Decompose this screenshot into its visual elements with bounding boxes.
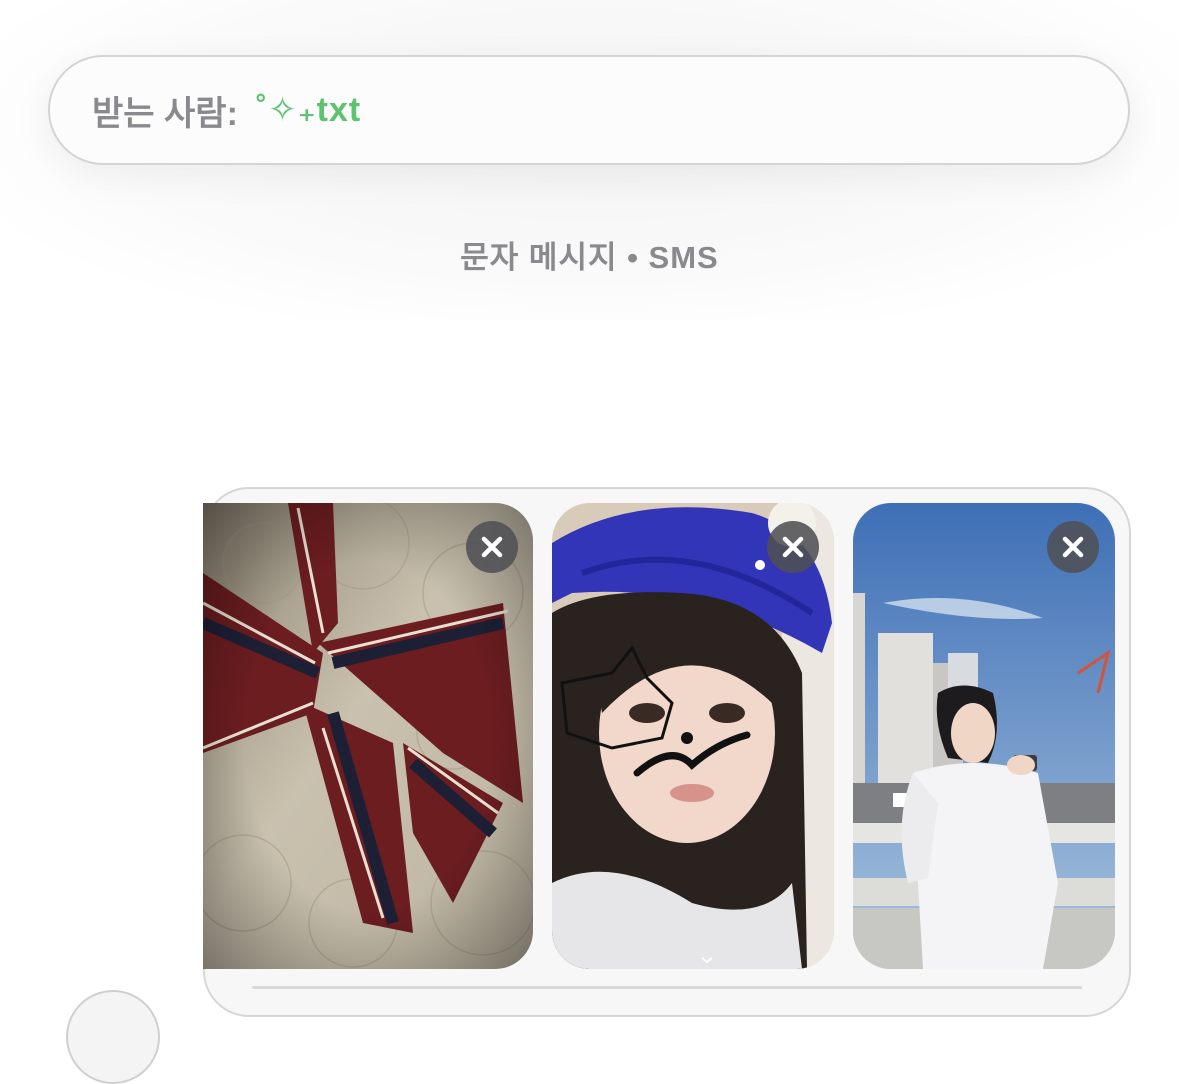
city-camera-photo bbox=[853, 503, 1115, 969]
close-icon bbox=[1062, 536, 1084, 558]
attachment-thumbnail-2[interactable] bbox=[552, 503, 834, 969]
remove-attachment-button-1[interactable] bbox=[466, 521, 518, 573]
conversation-service-label: 문자 메시지 • SMS bbox=[460, 240, 719, 275]
attachment-thumbnail-1[interactable] bbox=[203, 503, 533, 969]
recipient-label: 받는 사람: bbox=[92, 94, 238, 133]
close-icon bbox=[782, 536, 804, 558]
bow-ribbon-photo bbox=[203, 503, 533, 969]
attachment-thumbnail-3[interactable] bbox=[853, 503, 1115, 969]
compose-divider bbox=[252, 986, 1082, 989]
recipient-value[interactable]: ˚✧₊txt bbox=[256, 90, 361, 130]
recipient-field[interactable]: 받는 사람: ˚✧₊txt bbox=[48, 55, 1130, 165]
add-attachment-button[interactable] bbox=[66, 990, 160, 1084]
close-icon bbox=[481, 536, 503, 558]
remove-attachment-button-3[interactable] bbox=[1047, 521, 1099, 573]
remove-attachment-button-2[interactable] bbox=[767, 521, 819, 573]
